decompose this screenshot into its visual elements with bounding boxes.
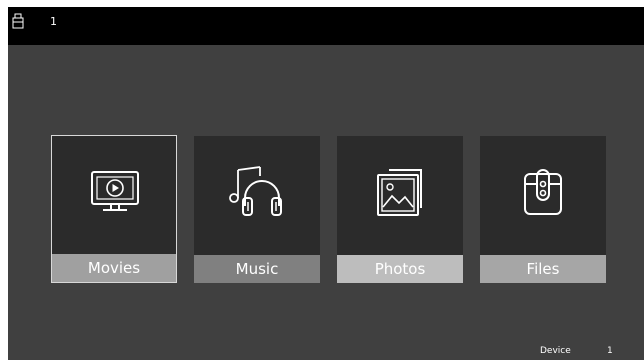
status-bar: 1 [8, 7, 644, 45]
tile-label-music: Music [194, 255, 320, 283]
device-label: Device [540, 346, 571, 356]
usb-device-count: 1 [50, 15, 57, 28]
tile-label-photos: Photos [337, 255, 463, 283]
tile-photos[interactable]: Photos [337, 136, 463, 283]
tv-play-icon [91, 171, 139, 211]
photos-icon [377, 169, 422, 216]
tile-label-movies: Movies [52, 254, 176, 282]
tile-label-files: Files [480, 255, 606, 283]
tile-music[interactable]: Music [194, 136, 320, 283]
media-home-screen: 1 Movies Music Photos Files Device 1 [8, 7, 644, 360]
tile-files[interactable]: Files [480, 136, 606, 283]
folder-clip-icon [524, 169, 562, 215]
usb-drive-icon [12, 13, 24, 29]
headphones-music-icon [229, 166, 282, 216]
tile-movies[interactable]: Movies [51, 135, 177, 283]
device-count: 1 [607, 346, 613, 356]
